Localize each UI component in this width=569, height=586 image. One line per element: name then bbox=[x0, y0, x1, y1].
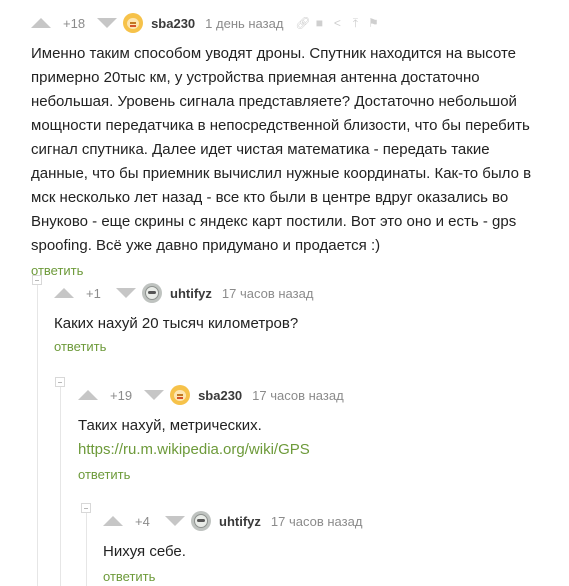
thread-line bbox=[37, 276, 38, 586]
avatar[interactable] bbox=[142, 283, 162, 303]
reply-button[interactable]: ответить bbox=[31, 263, 83, 278]
username[interactable]: sba230 bbox=[198, 388, 242, 403]
save-icon[interactable]: ■ bbox=[313, 17, 325, 29]
collapse-thread-toggle[interactable] bbox=[81, 503, 91, 513]
upvote-icon[interactable] bbox=[103, 516, 123, 526]
share-icon[interactable]: < bbox=[331, 17, 343, 29]
comment: +4 uhtifyz 17 часов назад Нихуя себе. от… bbox=[103, 510, 553, 586]
link-icon[interactable]: 🔗︎ bbox=[295, 17, 310, 29]
thread-line bbox=[86, 504, 87, 586]
upvote-icon[interactable] bbox=[31, 18, 51, 28]
username[interactable]: uhtifyz bbox=[219, 514, 261, 529]
comment-header: +1 uhtifyz 17 часов назад bbox=[54, 282, 554, 304]
wikipedia-gps-link[interactable]: https://ru.m.wikipedia.org/wiki/GPS bbox=[78, 441, 310, 458]
reply-button[interactable]: ответить bbox=[78, 467, 130, 482]
username[interactable]: uhtifyz bbox=[170, 286, 212, 301]
report-flag-icon[interactable]: ⚑ bbox=[367, 17, 379, 29]
reply-button[interactable]: ответить bbox=[54, 339, 106, 354]
comment-body: Именно таким способом уводят дроны. Спут… bbox=[31, 45, 532, 254]
comment-rating: +19 bbox=[110, 387, 133, 403]
comment-body: Таких нахуй, метрических. bbox=[78, 417, 262, 434]
avatar[interactable] bbox=[191, 511, 211, 531]
upvote-icon[interactable] bbox=[78, 390, 98, 400]
timestamp: 17 часов назад bbox=[221, 285, 314, 301]
downvote-icon[interactable] bbox=[116, 288, 136, 298]
comment-body: Нихуя себе. bbox=[103, 543, 186, 560]
comment-header: +4 uhtifyz 17 часов назад bbox=[103, 510, 553, 532]
timestamp: 17 часов назад bbox=[270, 513, 363, 529]
comment: +18 sba230 1 день назад 🔗︎ ■ < ⤒ ⚑ Именн… bbox=[31, 12, 551, 280]
downvote-icon[interactable] bbox=[97, 18, 118, 28]
upvote-icon[interactable] bbox=[54, 288, 74, 298]
comment-body: Каких нахуй 20 тысяч километров? bbox=[54, 315, 299, 332]
comment-link: https://ru.m.wikipedia.org/wiki/GPS bbox=[78, 438, 548, 462]
avatar[interactable] bbox=[123, 13, 144, 33]
comment: +1 uhtifyz 17 часов назад Каких нахуй 20… bbox=[54, 282, 554, 356]
comment-rating: +1 bbox=[86, 285, 101, 301]
timestamp: 1 день назад bbox=[205, 15, 284, 31]
thread-line bbox=[60, 378, 61, 586]
downvote-icon[interactable] bbox=[144, 390, 165, 400]
timestamp: 17 часов назад bbox=[252, 387, 344, 403]
scroll-top-icon[interactable]: ⤒ bbox=[349, 17, 361, 29]
username[interactable]: sba230 bbox=[151, 16, 195, 31]
collapse-thread-toggle[interactable] bbox=[55, 377, 65, 387]
comment: +19 sba230 17 часов назад Таких нахуй, м… bbox=[78, 384, 548, 484]
comment-header: +18 sba230 1 день назад 🔗︎ ■ < ⤒ ⚑ bbox=[31, 12, 551, 34]
comment-rating: +4 bbox=[135, 513, 150, 529]
comment-header: +19 sba230 17 часов назад bbox=[78, 384, 548, 406]
comment-actions: 🔗︎ ■ < ⤒ ⚑ bbox=[295, 17, 379, 29]
avatar[interactable] bbox=[170, 385, 191, 405]
downvote-icon[interactable] bbox=[165, 516, 185, 526]
reply-button[interactable]: ответить bbox=[103, 569, 155, 584]
comment-rating: +18 bbox=[63, 15, 86, 31]
